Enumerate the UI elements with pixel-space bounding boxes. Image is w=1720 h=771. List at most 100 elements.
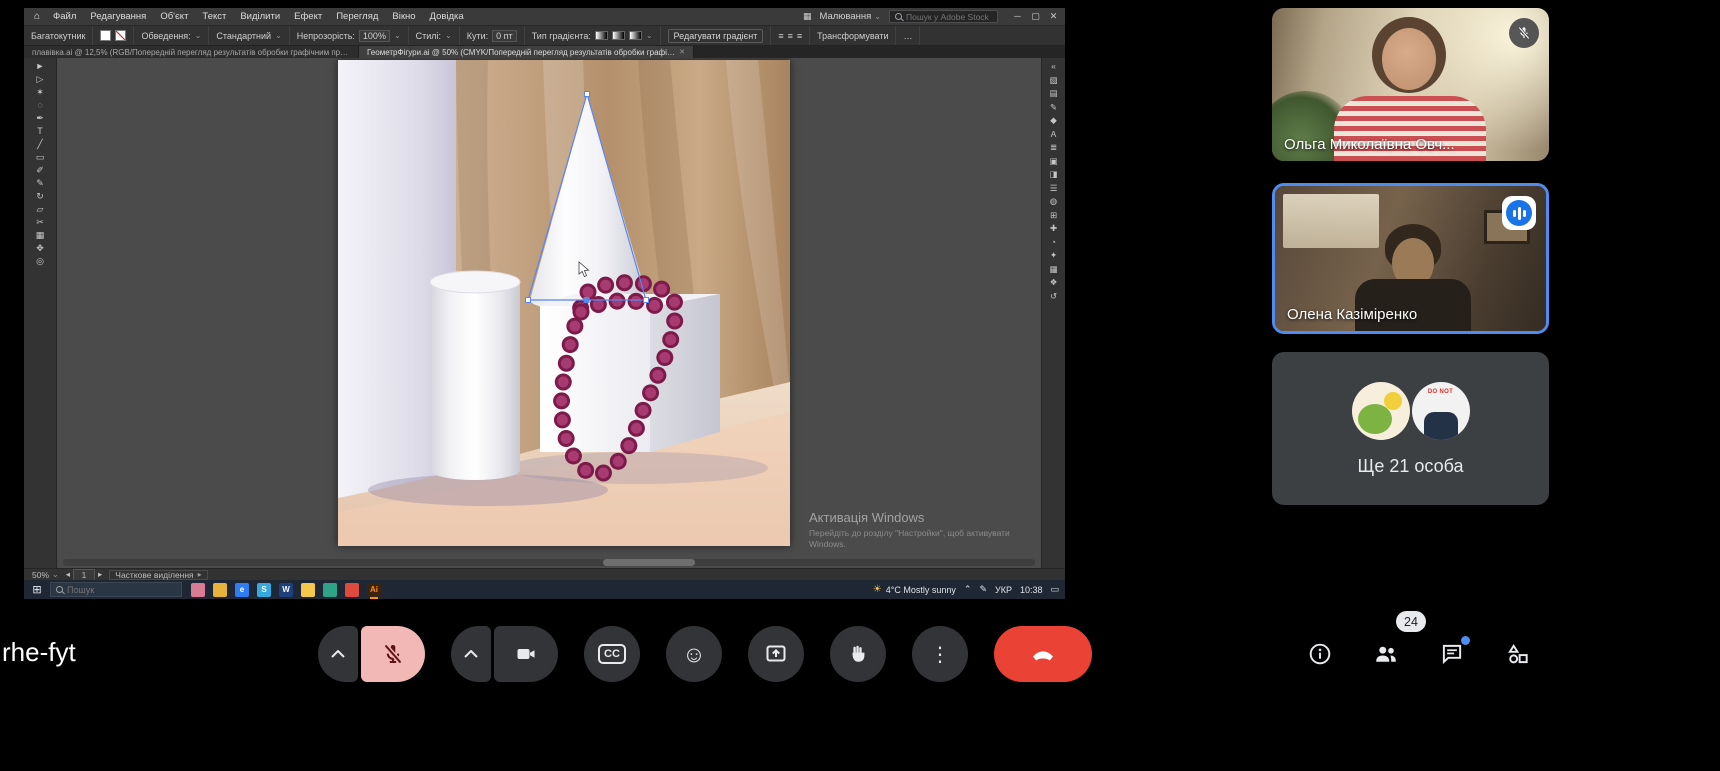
corners-value[interactable]: 0 пт <box>492 30 517 42</box>
paintbrush-tool-icon[interactable]: ✐ <box>36 165 44 175</box>
rectangle-tool-icon[interactable]: ▭ <box>36 152 45 162</box>
menu-item[interactable]: Перегляд <box>329 11 385 22</box>
menu-item[interactable]: Ефект <box>287 11 329 22</box>
mic-toggle-button[interactable] <box>361 626 425 682</box>
document-tab-active[interactable]: ГеометрФігури.ai @ 50% (CMYK/Попередній … <box>359 46 694 58</box>
participant-tile-active-speaker[interactable]: Олена Казіміренко <box>1272 183 1549 334</box>
camera-toggle-button[interactable] <box>494 626 558 682</box>
chevron-down-icon[interactable]: ⌄ <box>394 31 401 40</box>
transparency-panel-icon[interactable]: ◍ <box>1050 197 1057 206</box>
status-tool-name[interactable]: Часткове виділення ▸ <box>109 570 207 580</box>
chevron-down-icon[interactable]: ⌄ <box>445 31 452 40</box>
freeform-gradient-swatch[interactable] <box>629 31 642 40</box>
weather-widget[interactable]: ☀ 4°C Mostly sunny <box>873 584 956 595</box>
notification-center-icon[interactable]: ▭ <box>1050 584 1059 595</box>
camera-options-chevron[interactable] <box>451 626 491 682</box>
captions-button[interactable]: CC <box>584 626 640 682</box>
opacity-value[interactable]: 100% <box>359 30 390 42</box>
illustrator-app-icon[interactable]: Ai <box>367 583 381 597</box>
properties-panel-icon[interactable]: ❖ <box>1050 278 1058 287</box>
type-panel-icon[interactable]: A <box>1051 130 1057 139</box>
libraries-panel-icon[interactable]: ▦ <box>1049 265 1057 274</box>
hand-tool-icon[interactable]: ✥ <box>36 243 44 253</box>
color-panel-icon[interactable]: ▧ <box>1049 76 1057 85</box>
teams-app-icon[interactable] <box>323 583 337 597</box>
scissors-tool-icon[interactable]: ✂ <box>36 217 44 227</box>
canvas-area[interactable]: Активація Windows Перейдіть до розділу "… <box>57 58 1041 568</box>
file-explorer-icon[interactable] <box>301 583 315 597</box>
swatches-panel-icon[interactable]: ▤ <box>1049 89 1057 98</box>
edit-gradient-button[interactable]: Редагувати градієнт <box>668 29 764 43</box>
align-center-icon[interactable]: ≡ <box>788 31 793 41</box>
chevron-down-icon[interactable]: ⌄ <box>646 31 653 40</box>
zoom-level-select[interactable]: 50% ⌄ <box>32 570 59 580</box>
store-app-icon[interactable] <box>213 583 227 597</box>
line-segment-tool-icon[interactable]: ╱ <box>37 139 42 149</box>
menu-item[interactable]: Об'єкт <box>153 11 195 22</box>
minimize-icon[interactable]: ─ <box>1010 11 1025 22</box>
transform-menu[interactable]: Трансформувати <box>817 31 888 41</box>
magic-wand-tool-icon[interactable]: ✶ <box>36 87 44 97</box>
pen-tool-icon[interactable]: ✒ <box>36 113 44 123</box>
chevron-down-icon[interactable]: ⌄ <box>195 31 202 40</box>
symbols-panel-icon[interactable]: ◆ <box>1050 116 1057 125</box>
artboards-panel-icon[interactable]: ▣ <box>1049 157 1057 166</box>
artboard-number[interactable]: 1 <box>73 569 95 581</box>
artboard[interactable] <box>338 60 790 546</box>
workspace-grid-icon[interactable]: ▦ <box>803 11 812 22</box>
scrollbar-thumb[interactable] <box>603 559 695 566</box>
zoom-tool-icon[interactable]: ◎ <box>36 256 44 266</box>
chevron-down-icon[interactable]: ⌄ <box>275 31 282 40</box>
activities-button[interactable] <box>1504 640 1532 668</box>
next-artboard-icon[interactable]: ▸ <box>98 569 102 580</box>
chrome-browser-icon[interactable] <box>345 583 359 597</box>
raise-hand-button[interactable] <box>830 626 886 682</box>
clock[interactable]: 10:38 <box>1020 585 1043 595</box>
meeting-details-button[interactable] <box>1306 640 1334 668</box>
pen-icon[interactable]: ✎ <box>979 584 987 595</box>
menu-item[interactable]: Довідка <box>423 11 471 22</box>
align-right-icon[interactable]: ≡ <box>797 31 802 41</box>
scale-tool-icon[interactable]: ▱ <box>37 204 44 214</box>
history-panel-icon[interactable]: ↺ <box>1050 292 1057 301</box>
menu-item[interactable]: Текст <box>195 11 233 22</box>
chat-button[interactable] <box>1438 640 1466 668</box>
rotate-tool-icon[interactable]: ↻ <box>36 191 44 201</box>
photos-thumbnail-icon[interactable] <box>191 583 205 597</box>
menu-item[interactable]: Редагування <box>83 11 153 22</box>
end-call-button[interactable] <box>994 626 1092 682</box>
maximize-icon[interactable]: ▢ <box>1028 11 1043 22</box>
menu-item[interactable]: Файл <box>46 11 83 22</box>
close-icon[interactable]: ✕ <box>1046 11 1061 22</box>
stroke-panel-icon[interactable]: ☰ <box>1050 184 1058 193</box>
tray-chevron-icon[interactable]: ⌃ <box>964 584 972 595</box>
participants-button[interactable] <box>1372 640 1400 668</box>
appearance-panel-icon[interactable]: ◔ <box>1051 238 1056 247</box>
linear-gradient-swatch[interactable] <box>595 31 608 40</box>
mic-options-chevron[interactable] <box>318 626 358 682</box>
reactions-button[interactable]: ☺ <box>666 626 722 682</box>
graphic-styles-panel-icon[interactable]: ✦ <box>1050 251 1057 260</box>
brushes-panel-icon[interactable]: ✎ <box>1050 103 1057 112</box>
direct-selection-tool-icon[interactable]: ▷ <box>37 74 44 84</box>
home-icon[interactable]: ⌂ <box>28 11 46 22</box>
workspace-switcher[interactable]: Малювання ⌄ <box>819 11 881 22</box>
more-options-icon[interactable]: … <box>903 31 912 41</box>
align-panel-icon[interactable]: ⊞ <box>1050 211 1057 220</box>
language-indicator[interactable]: УКР <box>995 585 1012 595</box>
gradient-panel-icon[interactable]: ◨ <box>1049 170 1057 179</box>
document-tab[interactable]: плавівка.ai @ 12,5% (RGB/Попередній пере… <box>24 46 359 58</box>
more-options-button[interactable]: ⋮ <box>912 626 968 682</box>
skype-app-icon[interactable]: S <box>257 583 271 597</box>
pathfinder-panel-icon[interactable]: ✚ <box>1050 224 1057 233</box>
collapse-panels-icon[interactable]: « <box>1051 62 1056 71</box>
stroke-none-swatch[interactable] <box>115 30 126 41</box>
radial-gradient-swatch[interactable] <box>612 31 625 40</box>
layers-panel-icon[interactable]: ≣ <box>1050 143 1057 152</box>
fill-swatch[interactable] <box>100 30 111 41</box>
align-left-icon[interactable]: ≡ <box>778 31 783 41</box>
mesh-tool-icon[interactable]: ▦ <box>36 230 45 240</box>
stock-search-input[interactable] <box>906 12 992 22</box>
pencil-tool-icon[interactable]: ✎ <box>36 178 44 188</box>
word-app-icon[interactable]: W <box>279 583 293 597</box>
